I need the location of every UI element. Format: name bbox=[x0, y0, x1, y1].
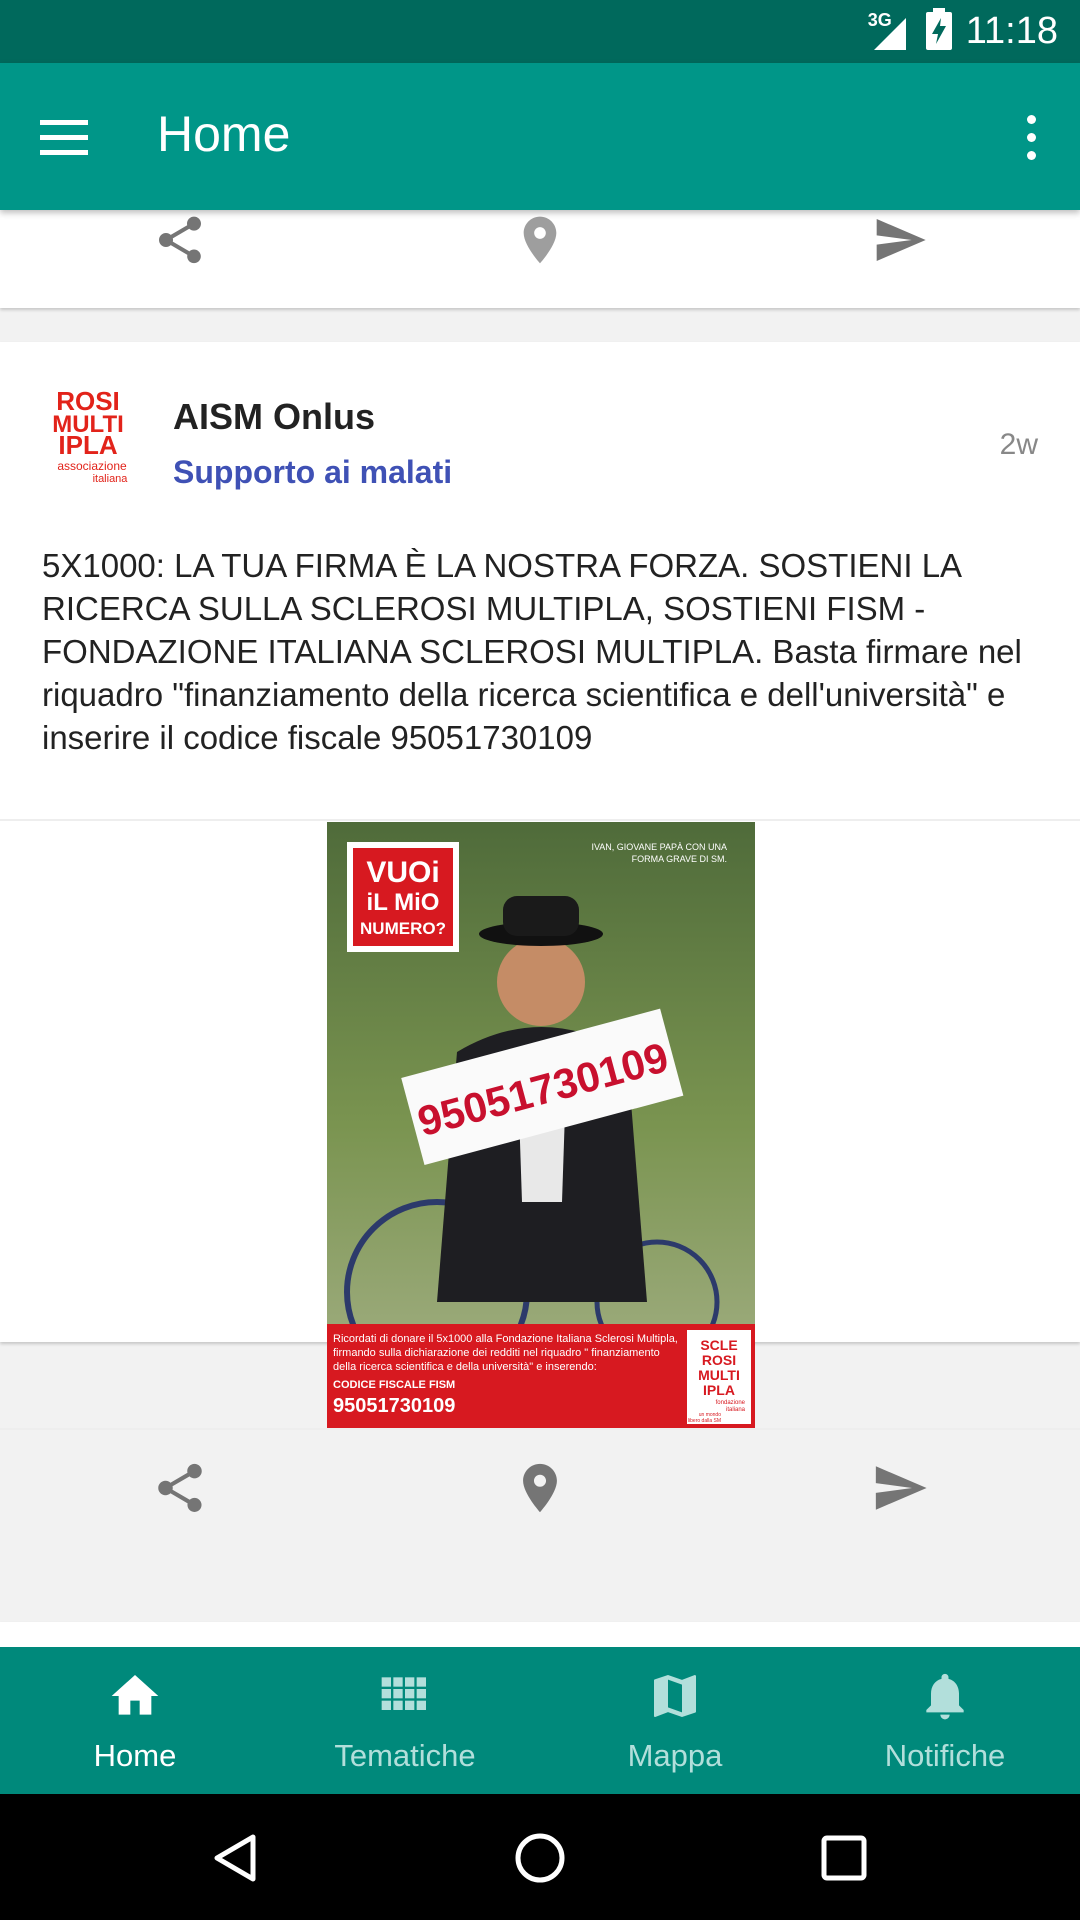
svg-text:SCLE: SCLE bbox=[700, 1337, 737, 1353]
svg-text:ROSI: ROSI bbox=[702, 1352, 736, 1368]
share-icon[interactable] bbox=[140, 1448, 220, 1528]
clock: 11:18 bbox=[965, 10, 1058, 52]
nav-mappa-label: Mappa bbox=[627, 1737, 723, 1773]
home-icon bbox=[107, 1668, 163, 1732]
svg-text:italiana: italiana bbox=[726, 1407, 746, 1413]
org-name[interactable]: AISM Onlus bbox=[173, 396, 375, 438]
location-icon[interactable] bbox=[500, 1448, 580, 1528]
org-logo: ROSI MULTI IPLA associazione italiana bbox=[40, 386, 140, 494]
map-icon bbox=[647, 1668, 703, 1732]
divider bbox=[0, 1428, 1080, 1430]
home-circle-icon[interactable] bbox=[500, 1818, 580, 1898]
post-card[interactable]: ROSI MULTI IPLA associazione italiana AI… bbox=[0, 342, 1080, 1513]
nav-tematiche[interactable]: Tematiche bbox=[270, 1647, 540, 1794]
location-icon[interactable] bbox=[500, 210, 580, 280]
bell-icon bbox=[917, 1668, 973, 1732]
category-link[interactable]: Supporto ai malati bbox=[173, 454, 452, 491]
svg-text:NUMERO?: NUMERO? bbox=[360, 919, 446, 938]
share-icon[interactable] bbox=[140, 210, 220, 280]
network-icon: 3G bbox=[867, 9, 912, 52]
nav-home-label: Home bbox=[93, 1737, 177, 1773]
send-icon[interactable] bbox=[860, 210, 940, 280]
back-icon[interactable] bbox=[196, 1818, 276, 1898]
recents-icon[interactable] bbox=[804, 1818, 884, 1898]
svg-text:MULTI: MULTI bbox=[698, 1367, 740, 1383]
svg-text:libero dalla SM: libero dalla SM bbox=[688, 1418, 721, 1424]
svg-text:IPLA: IPLA bbox=[58, 430, 117, 460]
org-avatar[interactable]: ROSI MULTI IPLA associazione italiana bbox=[40, 386, 140, 494]
nav-home[interactable]: Home bbox=[0, 1647, 270, 1794]
nav-notifiche[interactable]: Notifiche bbox=[810, 1647, 1080, 1794]
nav-tematiche-label: Tematiche bbox=[334, 1737, 476, 1773]
svg-text:95051730109: 95051730109 bbox=[333, 1395, 455, 1417]
grid-icon bbox=[377, 1668, 433, 1732]
svg-text:FORMA GRAVE DI SM.: FORMA GRAVE DI SM. bbox=[632, 854, 727, 864]
svg-text:firmando sulla dichiarazione d: firmando sulla dichiarazione dei redditi… bbox=[333, 1347, 660, 1359]
previous-post-card bbox=[0, 210, 1080, 308]
network-type: 3G bbox=[867, 9, 892, 30]
app-bar: Home bbox=[0, 63, 1080, 210]
campaign-poster: 95051730109 VUOi iL MiO NUMERO? IVAN, GI… bbox=[327, 822, 755, 1428]
svg-text:fondazione: fondazione bbox=[716, 1400, 746, 1406]
svg-text:VUOi: VUOi bbox=[366, 856, 439, 889]
svg-text:italiana: italiana bbox=[93, 473, 129, 485]
divider bbox=[0, 819, 1080, 821]
page-title: Home bbox=[157, 106, 291, 162]
nav-notifiche-label: Notifiche bbox=[884, 1737, 1006, 1773]
nav-mappa[interactable]: Mappa bbox=[540, 1647, 810, 1794]
send-icon[interactable] bbox=[860, 1448, 940, 1528]
svg-text:IVAN, GIOVANE PAPÀ CON UNA: IVAN, GIOVANE PAPÀ CON UNA bbox=[591, 842, 727, 852]
post-body: 5X1000: LA TUA FIRMA È LA NOSTRA FORZA. … bbox=[42, 547, 1022, 756]
next-post-card[interactable] bbox=[0, 1622, 1080, 1647]
status-bar: 3G 11:18 bbox=[0, 0, 1080, 63]
svg-text:CODICE FISCALE FISM: CODICE FISCALE FISM bbox=[333, 1379, 455, 1391]
system-navigation-bar bbox=[0, 1794, 1080, 1920]
svg-text:Ricordati di donare il 5x1000: Ricordati di donare il 5x1000 alla Fonda… bbox=[333, 1333, 678, 1345]
svg-text:associazione: associazione bbox=[57, 459, 127, 473]
svg-text:della ricerca scientifica e de: della ricerca scientifica e della univer… bbox=[333, 1361, 597, 1373]
post-image[interactable]: 95051730109 VUOi iL MiO NUMERO? IVAN, GI… bbox=[327, 822, 755, 1428]
bottom-navigation: Home Tematiche Mappa Notifiche bbox=[0, 1647, 1080, 1794]
post-timestamp: 2w bbox=[999, 428, 1038, 461]
post-actions bbox=[0, 1436, 1080, 1556]
svg-text:IPLA: IPLA bbox=[703, 1382, 735, 1398]
feed[interactable]: ROSI MULTI IPLA associazione italiana AI… bbox=[0, 210, 1080, 1647]
battery-icon bbox=[925, 8, 952, 55]
menu-icon[interactable] bbox=[40, 107, 100, 167]
svg-text:iL MiO: iL MiO bbox=[367, 889, 440, 916]
more-options-icon[interactable] bbox=[1016, 107, 1046, 167]
